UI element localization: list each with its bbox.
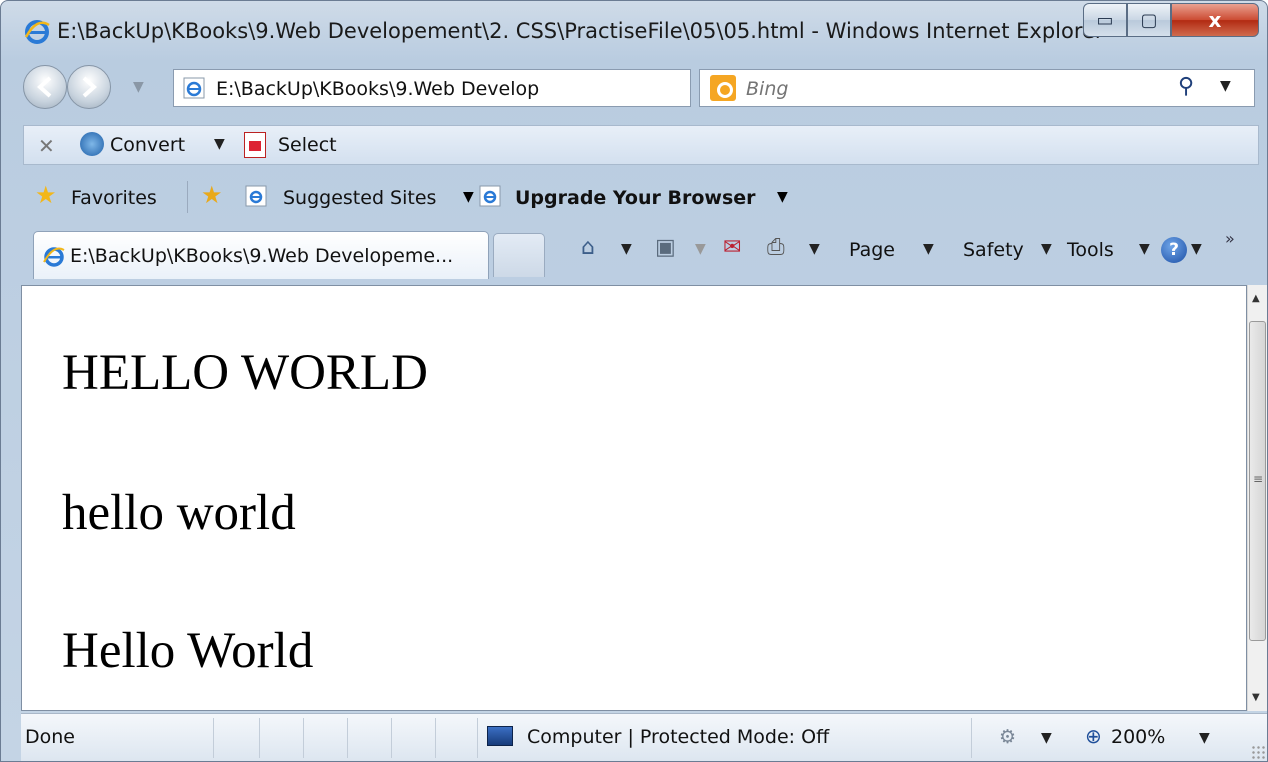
bing-icon[interactable] [710,75,736,101]
text-uppercase: HELLO WORLD [62,345,428,401]
status-divider [435,718,436,758]
search-box[interactable]: ⚲ ▼ [699,69,1255,107]
status-divider [477,718,478,758]
scroll-thumb[interactable]: ≡ [1249,321,1266,641]
minimize-button[interactable]: ▭ [1083,3,1127,37]
caption-buttons: ▭ ▢ x [1083,3,1259,41]
minimize-icon: ▭ [1096,9,1114,31]
page-content: HELLO WORLD hello world Hello World [21,285,1247,711]
chevron-down-icon[interactable]: ▼ [1041,730,1052,746]
pdf-convert-toolbar: ✕ Convert ▼ Select [23,125,1259,165]
privacy-icon[interactable]: ⚙ [999,726,1016,748]
upgrade-browser-button[interactable]: Upgrade Your Browser [515,187,756,209]
star-icon: ★ [35,181,57,209]
feeds-dropdown[interactable]: ▼ [695,241,706,257]
more-commands-icon[interactable]: » [1225,229,1235,248]
favorites-divider [187,181,188,213]
page-menu[interactable]: Page [849,239,895,261]
status-divider [213,718,214,758]
home-dropdown[interactable]: ▼ [621,241,632,257]
ie-logo-icon [245,185,267,207]
text-capitalize: Hello World [62,623,314,679]
magnifier-icon[interactable]: ⚲ [1178,74,1194,99]
favorites-bar: ★ Favorites ★ Suggested Sites ▼ Upgrade … [23,173,1259,221]
ie-logo-icon [479,185,501,207]
favorites-button[interactable]: Favorites [71,187,157,209]
title-bar: E:\BackUp\KBooks\9.Web Developement\2. C… [1,1,1267,57]
text-lowercase: hello world [62,485,296,541]
grip-icon: ≡ [1253,472,1264,486]
scroll-up-icon[interactable]: ▲ [1252,293,1260,304]
tools-menu-label: Tools [1067,239,1114,261]
ie-logo-icon [24,20,50,44]
zoom-level[interactable]: 200% [1111,726,1165,748]
search-input[interactable] [744,74,1188,104]
status-bar: Done Computer | Protected Mode: Off ⚙ ▼ … [21,713,1267,761]
recent-pages-dropdown[interactable]: ▼ [133,79,144,95]
page-icon [183,77,205,99]
status-divider [259,718,260,758]
add-favorite-icon[interactable]: ★ [201,181,223,209]
help-icon[interactable]: ? [1161,237,1187,263]
status-divider [303,718,304,758]
forward-button[interactable] [67,65,111,109]
ie-logo-icon [43,247,65,267]
computer-zone-icon [487,726,513,746]
home-icon[interactable]: ⌂ [581,235,595,260]
convert-icon [80,132,104,156]
close-icon: x [1208,8,1222,32]
suggested-sites-button[interactable]: Suggested Sites [283,187,436,209]
safety-menu[interactable]: Safety [963,239,1024,261]
forward-arrow-icon [82,76,97,98]
chevron-down-icon[interactable]: ▼ [1041,241,1052,257]
back-arrow-icon [37,76,52,98]
status-divider [347,718,348,758]
status-divider [391,718,392,758]
resize-grip-icon[interactable] [1251,745,1265,759]
select-icon [244,132,266,158]
close-toolbar-icon[interactable]: ✕ [38,134,55,158]
status-divider [971,718,972,758]
zoom-icon[interactable]: ⊕ [1085,724,1102,748]
tab-current[interactable]: E:\BackUp\KBooks\9.Web Developeme... [33,231,489,279]
tab-row: E:\BackUp\KBooks\9.Web Developeme... ⌂ ▼… [23,225,1259,281]
rss-icon[interactable]: ▣ [655,235,676,260]
navigation-bar: ▼ E:\BackUp\KBooks\9.Web Develop ▼ ⇆ ✕ ⚲… [1,59,1267,115]
close-button[interactable]: x [1171,3,1259,37]
select-button[interactable]: Select [278,134,337,156]
mail-icon[interactable]: ✉ [723,235,741,260]
maximize-button[interactable]: ▢ [1127,3,1171,37]
status-text: Done [25,726,75,748]
chevron-down-icon[interactable]: ▼ [923,241,934,257]
search-options-dropdown[interactable]: ▼ [1220,78,1231,94]
address-bar[interactable]: E:\BackUp\KBooks\9.Web Develop ▼ ⇆ ✕ [173,69,844,107]
chevron-down-icon[interactable]: ▼ [777,189,788,205]
help-dropdown[interactable]: ▼ [1191,241,1202,257]
tools-menu[interactable]: Tools [1067,239,1114,261]
tab-label: E:\BackUp\KBooks\9.Web Developeme... [70,245,454,267]
browser-window: E:\BackUp\KBooks\9.Web Developement\2. C… [0,0,1268,762]
maximize-icon: ▢ [1140,9,1158,31]
printer-icon[interactable]: ⎙ [767,235,785,260]
page-menu-label: Page [849,239,895,261]
vertical-scrollbar[interactable]: ▲ ≡ ▼ [1247,285,1267,711]
scroll-down-icon[interactable]: ▼ [1252,692,1260,703]
new-tab-button[interactable] [493,233,545,277]
chevron-down-icon[interactable]: ▼ [463,189,474,205]
zoom-dropdown[interactable]: ▼ [1199,730,1210,746]
window-title: E:\BackUp\KBooks\9.Web Developement\2. C… [57,19,1104,43]
back-button[interactable] [23,65,67,109]
convert-button[interactable]: Convert [110,134,185,156]
convert-dropdown[interactable]: ▼ [214,136,225,152]
security-zone-text[interactable]: Computer | Protected Mode: Off [527,726,829,748]
safety-menu-label: Safety [963,239,1024,261]
address-text[interactable]: E:\BackUp\KBooks\9.Web Develop [216,78,696,100]
chevron-down-icon[interactable]: ▼ [1139,241,1150,257]
print-dropdown[interactable]: ▼ [809,241,820,257]
